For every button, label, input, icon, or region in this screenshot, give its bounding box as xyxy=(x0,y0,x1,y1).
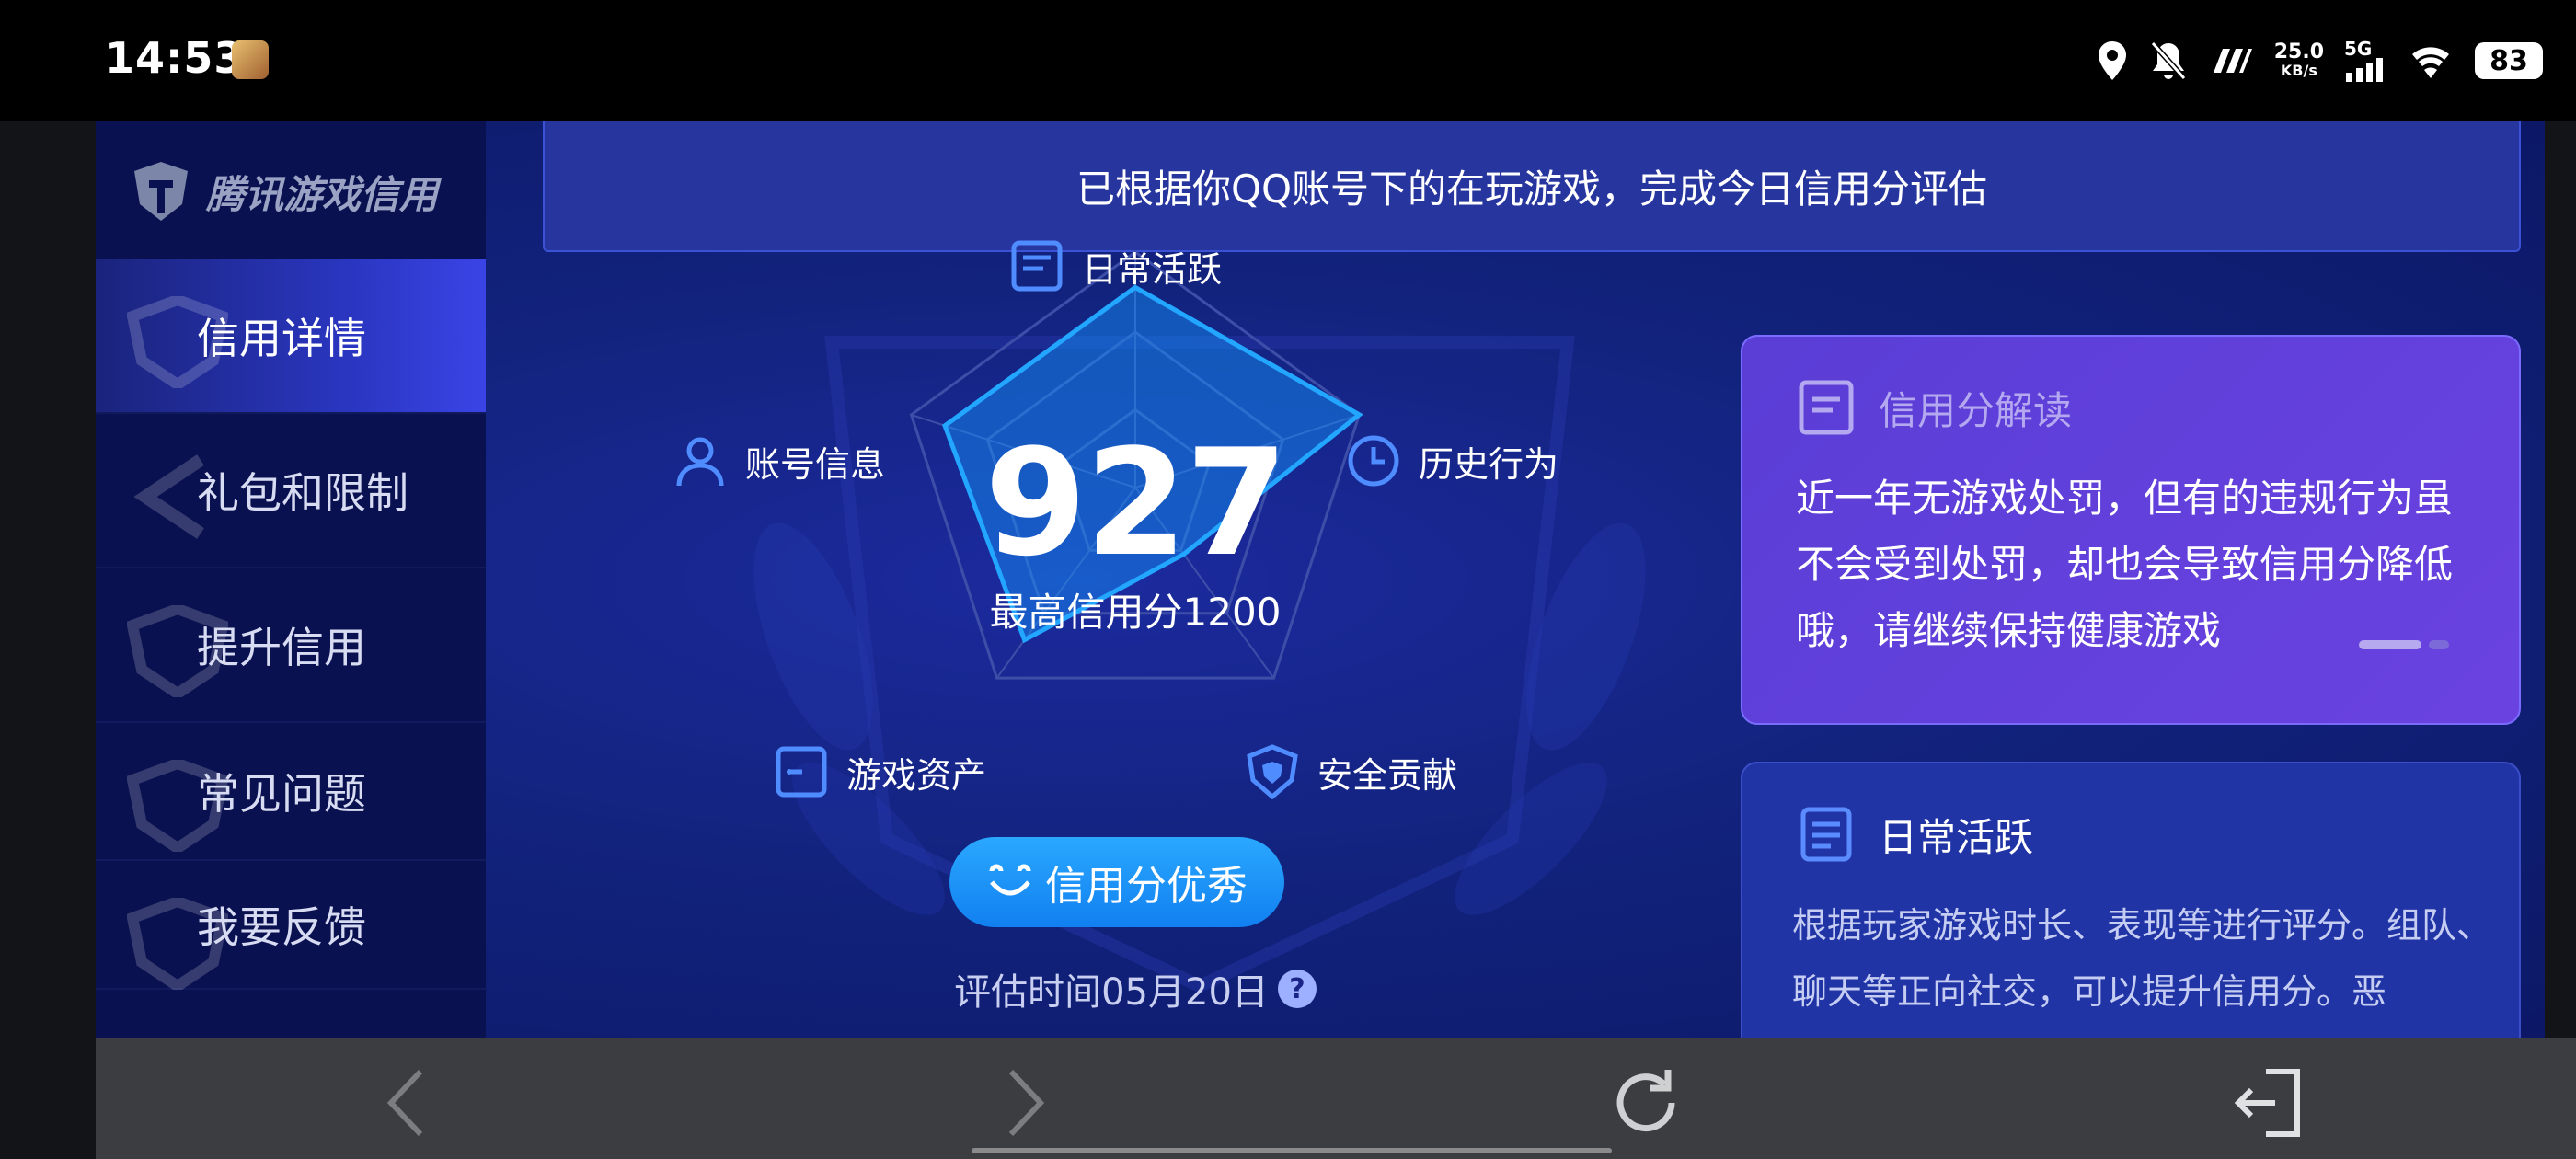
radar-label-text: 历史行为 xyxy=(1419,443,1559,485)
radar-label-text: 游戏资产 xyxy=(846,754,987,796)
network-type: 5G xyxy=(2344,38,2373,60)
credit-interpretation-card[interactable]: 信用分解读 近一年无游戏处罚，但有的违规行为虽不会受到处罚，却也会导致信用分降低… xyxy=(1741,335,2521,725)
status-bar: 14:53 25.0 KB/s 5G 83 xyxy=(0,0,2576,121)
help-icon[interactable]: ? xyxy=(1277,970,1317,1008)
refresh-button[interactable] xyxy=(1604,1061,1687,1144)
wifi-icon xyxy=(2412,47,2449,78)
chevron-left-icon xyxy=(386,1069,423,1137)
game-app-icon xyxy=(232,40,269,79)
location-icon xyxy=(2098,41,2126,80)
forward-button[interactable] xyxy=(983,1061,1065,1144)
carousel-pager xyxy=(2359,640,2449,649)
radar-label-text: 账号信息 xyxy=(745,443,886,485)
radar-label-account: 账号信息 xyxy=(672,432,885,489)
daily-activity-card[interactable]: 日常活跃 根据玩家游戏时长、表现等进行评分。组队、聊天等正向社交，可以提升信用分… xyxy=(1741,762,2521,1038)
card-body: 近一年无游戏处罚，但有的违规行为虽不会受到处罚，却也会导致信用分降低哦，请继续保… xyxy=(1796,476,2454,653)
card-title: 日常活跃 xyxy=(1879,814,2034,860)
browser-nav-bar xyxy=(96,1038,2576,1159)
smile-icon xyxy=(989,864,1031,896)
shield-icon xyxy=(1247,744,1298,800)
card-header: 信用分解读 xyxy=(1796,377,2072,438)
card-body: 根据玩家游戏时长、表现等进行评分。组队、聊天等正向社交，可以提升信用分。恶 xyxy=(1792,905,2492,1012)
signal-icon xyxy=(2346,58,2383,82)
home-indicator xyxy=(972,1148,1612,1153)
signal-group: 5G xyxy=(2344,40,2386,82)
battery-indicator: 83 xyxy=(2475,42,2543,79)
wallet-icon xyxy=(776,746,827,798)
radar-label-text: 安全贡献 xyxy=(1317,754,1458,796)
chevron-right-icon xyxy=(1008,1069,1045,1137)
document-icon xyxy=(1800,807,1852,862)
back-button[interactable] xyxy=(366,1061,449,1144)
radar-label-text: 日常活跃 xyxy=(1082,248,1223,290)
credit-app: 腾讯游戏信用 信用详情 礼包和限制 提升信用 常见问题 我要反馈 已根据你QQ账… xyxy=(96,121,2545,1038)
radar-label-security: 安全贡献 xyxy=(1244,743,1457,800)
credit-status-button[interactable]: 信用分优秀 xyxy=(949,837,1284,927)
status-time: 14:53 xyxy=(105,33,245,83)
pager-dot xyxy=(2429,640,2449,649)
user-icon xyxy=(676,437,724,487)
mute-bell-icon xyxy=(2150,40,2186,81)
left-letterbox xyxy=(0,121,96,1159)
pager-dot-active xyxy=(2359,640,2421,649)
evaluation-time: 评估时间05月20日 ? xyxy=(924,962,1347,1016)
refresh-icon xyxy=(1616,1070,1675,1132)
radar-label-assets: 游戏资产 xyxy=(773,743,986,800)
vowifi-icon xyxy=(2213,49,2252,73)
radar-label-daily: 日常活跃 xyxy=(1008,237,1222,294)
evaluation-time-text: 评估时间05月20日 xyxy=(954,971,1269,1014)
radar-label-history: 历史行为 xyxy=(1345,432,1558,489)
exit-button[interactable] xyxy=(2226,1061,2309,1144)
right-letterbox xyxy=(2545,121,2576,1038)
document-icon xyxy=(1011,240,1063,292)
net-speed: 25.0 KB/s xyxy=(2273,40,2324,79)
card-title: 信用分解读 xyxy=(1879,387,2073,433)
card-header: 日常活跃 xyxy=(1796,804,2033,865)
document-icon xyxy=(1799,380,1854,435)
max-score-label: 最高信用分1200 xyxy=(989,590,1282,635)
status-icons: 25.0 KB/s 5G 83 xyxy=(2096,33,2543,88)
credit-status-label: 信用分优秀 xyxy=(1045,863,1248,910)
credit-score-value: 927 xyxy=(984,417,1288,589)
exit-icon xyxy=(2234,1069,2300,1137)
